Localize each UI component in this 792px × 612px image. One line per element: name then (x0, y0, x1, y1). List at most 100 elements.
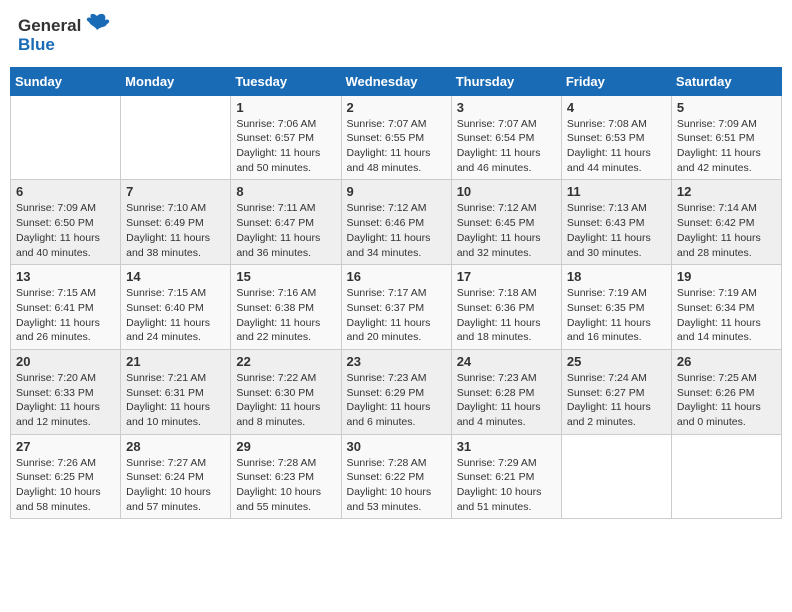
day-info: Sunrise: 7:07 AMSunset: 6:54 PMDaylight:… (457, 117, 556, 176)
day-number: 16 (347, 269, 446, 284)
day-number: 28 (126, 439, 225, 454)
day-number: 1 (236, 100, 335, 115)
day-number: 11 (567, 184, 666, 199)
calendar-day-cell: 31 Sunrise: 7:29 AMSunset: 6:21 PMDayligh… (451, 434, 561, 519)
day-number: 12 (677, 184, 776, 199)
calendar-day-cell: 8 Sunrise: 7:11 AMSunset: 6:47 PMDaylight… (231, 180, 341, 265)
calendar-day-cell: 12Sunrise: 7:14 AMSunset: 6:42 PMDayligh… (671, 180, 781, 265)
day-info: Sunrise: 7:11 AMSunset: 6:47 PMDaylight:… (236, 201, 335, 260)
calendar-day-cell: 17 Sunrise: 7:18 AMSunset: 6:36 PMDayligh… (451, 265, 561, 350)
day-info: Sunrise: 7:27 AMSunset: 6:24 PMDaylight:… (126, 456, 225, 515)
day-number: 20 (16, 354, 115, 369)
day-info: Sunrise: 7:26 AMSunset: 6:25 PMDaylight:… (16, 456, 115, 515)
calendar-day-cell: 16 Sunrise: 7:17 AMSunset: 6:37 PMDayligh… (341, 265, 451, 350)
weekday-header-cell: Friday (561, 67, 671, 95)
calendar-day-cell: 10Sunrise: 7:12 AMSunset: 6:45 PMDayligh… (451, 180, 561, 265)
calendar-day-cell: 22 Sunrise: 7:22 AMSunset: 6:30 PMDayligh… (231, 349, 341, 434)
day-info: Sunrise: 7:09 AMSunset: 6:50 PMDaylight:… (16, 201, 115, 260)
day-number: 7 (126, 184, 225, 199)
weekday-header-cell: Monday (121, 67, 231, 95)
day-info: Sunrise: 7:19 AMSunset: 6:35 PMDaylight:… (567, 286, 666, 345)
day-number: 18 (567, 269, 666, 284)
weekday-header-cell: Sunday (11, 67, 121, 95)
calendar-day-cell: 24 Sunrise: 7:23 AMSunset: 6:28 PMDayligh… (451, 349, 561, 434)
day-info: Sunrise: 7:12 AMSunset: 6:46 PMDaylight:… (347, 201, 446, 260)
calendar-day-cell: 28 Sunrise: 7:27 AMSunset: 6:24 PMDayligh… (121, 434, 231, 519)
calendar-day-cell (121, 95, 231, 180)
calendar-day-cell: 27 Sunrise: 7:26 AMSunset: 6:25 PMDayligh… (11, 434, 121, 519)
calendar-day-cell: 5 Sunrise: 7:09 AMSunset: 6:51 PMDaylight… (671, 95, 781, 180)
day-info: Sunrise: 7:10 AMSunset: 6:49 PMDaylight:… (126, 201, 225, 260)
weekday-header-cell: Wednesday (341, 67, 451, 95)
day-info: Sunrise: 7:28 AMSunset: 6:23 PMDaylight:… (236, 456, 335, 515)
day-info: Sunrise: 7:19 AMSunset: 6:34 PMDaylight:… (677, 286, 776, 345)
day-number: 27 (16, 439, 115, 454)
calendar-week-row: 20 Sunrise: 7:20 AMSunset: 6:33 PMDayligh… (11, 349, 782, 434)
calendar-day-cell: 4 Sunrise: 7:08 AMSunset: 6:53 PMDaylight… (561, 95, 671, 180)
calendar-day-cell: 30 Sunrise: 7:28 AMSunset: 6:22 PMDayligh… (341, 434, 451, 519)
day-info: Sunrise: 7:28 AMSunset: 6:22 PMDaylight:… (347, 456, 446, 515)
day-number: 23 (347, 354, 446, 369)
calendar-body: 1 Sunrise: 7:06 AMSunset: 6:57 PMDaylight… (11, 95, 782, 519)
day-info: Sunrise: 7:12 AMSunset: 6:45 PMDaylight:… (457, 201, 556, 260)
calendar-day-cell (671, 434, 781, 519)
weekday-header-cell: Thursday (451, 67, 561, 95)
calendar-day-cell (11, 95, 121, 180)
calendar-day-cell: 15Sunrise: 7:16 AMSunset: 6:38 PMDayligh… (231, 265, 341, 350)
day-number: 2 (347, 100, 446, 115)
day-number: 9 (347, 184, 446, 199)
day-info: Sunrise: 7:06 AMSunset: 6:57 PMDaylight:… (236, 117, 335, 176)
calendar-day-cell: 7 Sunrise: 7:10 AMSunset: 6:49 PMDaylight… (121, 180, 231, 265)
day-info: Sunrise: 7:23 AMSunset: 6:28 PMDaylight:… (457, 371, 556, 430)
day-number: 13 (16, 269, 115, 284)
day-number: 29 (236, 439, 335, 454)
logo: General Blue (18, 14, 111, 55)
day-number: 30 (347, 439, 446, 454)
day-number: 19 (677, 269, 776, 284)
calendar-day-cell: 3Sunrise: 7:07 AMSunset: 6:54 PMDaylight… (451, 95, 561, 180)
calendar-day-cell: 25 Sunrise: 7:24 AMSunset: 6:27 PMDayligh… (561, 349, 671, 434)
day-info: Sunrise: 7:20 AMSunset: 6:33 PMDaylight:… (16, 371, 115, 430)
day-number: 21 (126, 354, 225, 369)
day-info: Sunrise: 7:24 AMSunset: 6:27 PMDaylight:… (567, 371, 666, 430)
day-info: Sunrise: 7:17 AMSunset: 6:37 PMDaylight:… (347, 286, 446, 345)
calendar-day-cell: 2 Sunrise: 7:07 AMSunset: 6:55 PMDaylight… (341, 95, 451, 180)
day-info: Sunrise: 7:07 AMSunset: 6:55 PMDaylight:… (347, 117, 446, 176)
calendar-week-row: 27 Sunrise: 7:26 AMSunset: 6:25 PMDayligh… (11, 434, 782, 519)
calendar-week-row: 13Sunrise: 7:15 AMSunset: 6:41 PMDayligh… (11, 265, 782, 350)
day-number: 26 (677, 354, 776, 369)
day-info: Sunrise: 7:21 AMSunset: 6:31 PMDaylight:… (126, 371, 225, 430)
day-number: 17 (457, 269, 556, 284)
day-number: 8 (236, 184, 335, 199)
day-info: Sunrise: 7:22 AMSunset: 6:30 PMDaylight:… (236, 371, 335, 430)
day-number: 5 (677, 100, 776, 115)
calendar-day-cell: 29 Sunrise: 7:28 AMSunset: 6:23 PMDayligh… (231, 434, 341, 519)
day-number: 22 (236, 354, 335, 369)
day-number: 24 (457, 354, 556, 369)
weekday-header-row: SundayMondayTuesdayWednesdayThursdayFrid… (11, 67, 782, 95)
calendar-week-row: 6 Sunrise: 7:09 AMSunset: 6:50 PMDaylight… (11, 180, 782, 265)
calendar-day-cell (561, 434, 671, 519)
calendar-day-cell: 1 Sunrise: 7:06 AMSunset: 6:57 PMDaylight… (231, 95, 341, 180)
logo-text-general: General (18, 17, 81, 36)
day-number: 14 (126, 269, 225, 284)
calendar-day-cell: 18 Sunrise: 7:19 AMSunset: 6:35 PMDayligh… (561, 265, 671, 350)
day-number: 25 (567, 354, 666, 369)
day-number: 4 (567, 100, 666, 115)
calendar-day-cell: 23Sunrise: 7:23 AMSunset: 6:29 PMDayligh… (341, 349, 451, 434)
calendar-day-cell: 11Sunrise: 7:13 AMSunset: 6:43 PMDayligh… (561, 180, 671, 265)
day-info: Sunrise: 7:09 AMSunset: 6:51 PMDaylight:… (677, 117, 776, 176)
day-number: 31 (457, 439, 556, 454)
calendar-day-cell: 26 Sunrise: 7:25 AMSunset: 6:26 PMDayligh… (671, 349, 781, 434)
weekday-header-cell: Tuesday (231, 67, 341, 95)
day-info: Sunrise: 7:29 AMSunset: 6:21 PMDaylight:… (457, 456, 556, 515)
calendar-day-cell: 14Sunrise: 7:15 AMSunset: 6:40 PMDayligh… (121, 265, 231, 350)
calendar-day-cell: 13Sunrise: 7:15 AMSunset: 6:41 PMDayligh… (11, 265, 121, 350)
calendar-table: SundayMondayTuesdayWednesdayThursdayFrid… (10, 67, 782, 520)
day-info: Sunrise: 7:25 AMSunset: 6:26 PMDaylight:… (677, 371, 776, 430)
day-info: Sunrise: 7:18 AMSunset: 6:36 PMDaylight:… (457, 286, 556, 345)
day-number: 15 (236, 269, 335, 284)
day-number: 6 (16, 184, 115, 199)
logo-bird-icon (83, 10, 111, 38)
day-info: Sunrise: 7:08 AMSunset: 6:53 PMDaylight:… (567, 117, 666, 176)
